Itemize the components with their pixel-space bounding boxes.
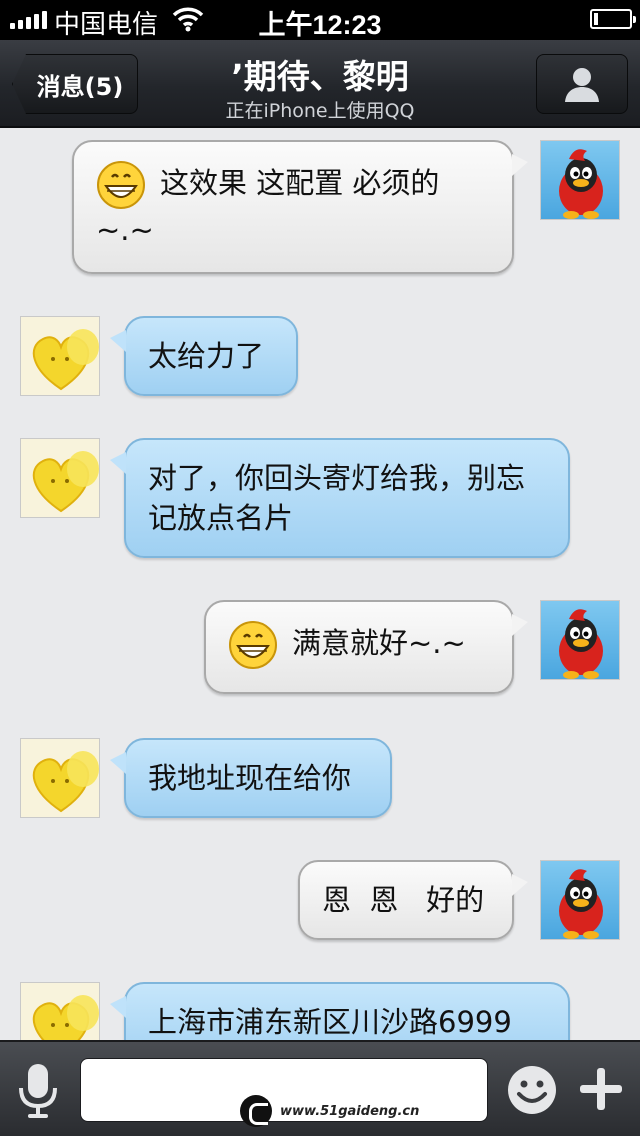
more-button[interactable] [578,1066,624,1112]
message-bubble-outgoing[interactable]: 这效果 这配置 必须的~.~ [72,140,528,274]
plus-icon [580,1068,622,1110]
message-text: 我地址现在给你 [148,761,352,795]
my-avatar[interactable] [540,140,620,220]
my-avatar[interactable] [540,600,620,680]
emoji-button[interactable] [506,1064,558,1116]
message-bubble-incoming[interactable]: 上海市浦东新区川沙路6999 [110,982,570,1040]
profile-button[interactable] [536,54,628,114]
contact-avatar[interactable] [20,316,100,396]
message-bubble-incoming[interactable]: 我地址现在给你 [110,738,392,818]
grin-emoji-icon [97,161,145,209]
message-text: 这效果 这配置 必须的~.~ [96,166,440,247]
back-button[interactable]: 消息(5) [12,54,138,114]
message-bubble-outgoing[interactable]: 恩 恩 好的 [298,860,528,940]
conversation-title: ’期待、黎明 [231,57,409,96]
status-time: 上午12:23 [258,10,382,40]
message-text: 恩 恩 好的 [322,883,485,917]
grin-emoji-icon [229,621,277,669]
contact-avatar[interactable] [20,438,100,518]
lemon-avatar-icon [21,983,99,1040]
message-bubble-outgoing[interactable]: 满意就好~.~ [204,600,528,694]
lemon-avatar-icon [21,317,99,395]
lemon-avatar-icon [21,439,99,517]
message-list[interactable]: 这效果 这配置 必须的~.~ 太给力了 对了，你回头寄灯给我，别忘记放点名片 满… [0,130,640,1040]
battery-icon [590,9,636,29]
voice-button[interactable] [16,1062,60,1120]
conversation-subtitle: 正在iPhone上使用QQ [225,100,415,122]
contact-avatar[interactable] [20,982,100,1040]
person-icon [565,68,599,102]
my-avatar[interactable] [540,860,620,940]
contact-avatar[interactable] [20,738,100,818]
status-bar: 中国电信 上午12:23 [0,0,640,40]
message-text: 太给力了 [148,339,265,373]
lemon-avatar-icon [21,739,99,817]
penguin-avatar-icon [559,869,603,939]
watermark-logo-icon [240,1095,272,1127]
message-bubble-incoming[interactable]: 对了，你回头寄灯给我，别忘记放点名片 [110,438,570,558]
message-text: 上海市浦东新区川沙路6999 [148,1005,512,1039]
message-bubble-incoming[interactable]: 太给力了 [110,316,298,396]
smiley-icon [508,1066,556,1114]
message-text: 对了，你回头寄灯给我，别忘记放点名片 [148,461,526,535]
penguin-avatar-icon [559,609,603,679]
penguin-avatar-icon [559,149,603,219]
watermark: www.51gaideng.cn [240,1094,419,1128]
message-text: 满意就好~.~ [292,626,466,660]
watermark-text: www.51gaideng.cn [280,1103,420,1119]
battery-level [594,13,598,25]
nav-bar: 消息(5) ’期待、黎明 正在iPhone上使用QQ [0,40,640,128]
microphone-icon [19,1064,57,1118]
